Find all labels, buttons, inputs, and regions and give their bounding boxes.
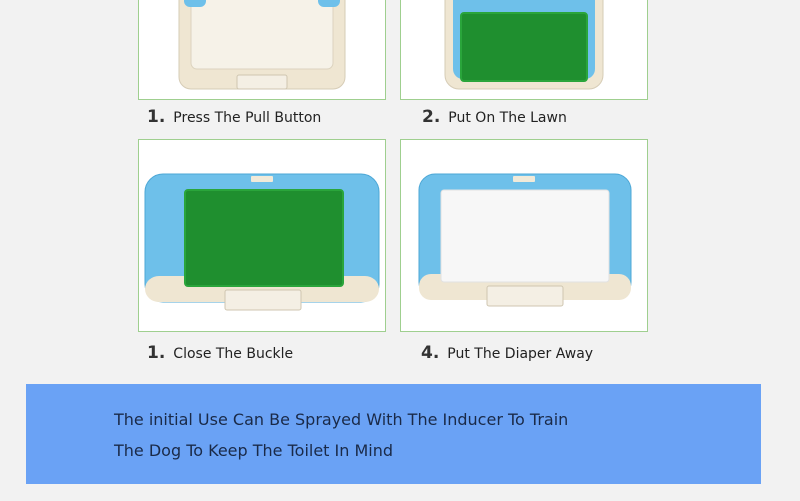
top-clip <box>513 176 535 182</box>
top-clip <box>251 176 273 182</box>
step-2-caption: 2. Put On The Lawn <box>422 107 567 127</box>
lawn-grass-mat <box>461 13 587 81</box>
step-3-label: Close The Buckle <box>173 346 294 362</box>
tray-base-image <box>178 0 346 90</box>
tray-blue-corner-right <box>318 0 340 7</box>
step-1-caption: 1. Press The Pull Button <box>147 107 321 127</box>
step-3-number: 1. <box>147 343 166 363</box>
step-1-label: Press The Pull Button <box>173 110 322 126</box>
tray-buckle-lawn-image <box>144 173 380 311</box>
info-banner: The initial Use Can Be Sprayed With The … <box>26 384 761 484</box>
step-4-label: Put The Diaper Away <box>447 346 594 362</box>
pull-button <box>236 74 288 90</box>
buckle <box>486 285 564 307</box>
banner-line-2: The Dog To Keep The Toilet In Mind <box>114 441 394 460</box>
tray-inner-floor <box>190 0 334 70</box>
buckle <box>224 289 302 311</box>
tray-diaper-image <box>418 173 632 307</box>
tray-lawn-image <box>444 0 604 90</box>
banner-text: The initial Use Can Be Sprayed With The … <box>114 404 568 466</box>
step-1-number: 1. <box>147 107 166 127</box>
step-3-caption: 1. Close The Buckle <box>147 343 293 363</box>
tray-blue-corner-left <box>184 0 206 7</box>
diaper-pad <box>440 189 610 283</box>
step-4-image-panel <box>400 139 648 332</box>
step-2-image-panel <box>400 0 648 100</box>
step-2-number: 2. <box>422 107 441 127</box>
step-4-number: 4. <box>421 343 440 363</box>
step-3-image-panel <box>138 139 386 332</box>
step-1-image-panel <box>138 0 386 100</box>
step-4-caption: 4. Put The Diaper Away <box>421 343 593 363</box>
banner-line-1: The initial Use Can Be Sprayed With The … <box>114 410 569 429</box>
lawn-grass-mat <box>185 190 343 286</box>
step-2-label: Put On The Lawn <box>448 110 567 126</box>
